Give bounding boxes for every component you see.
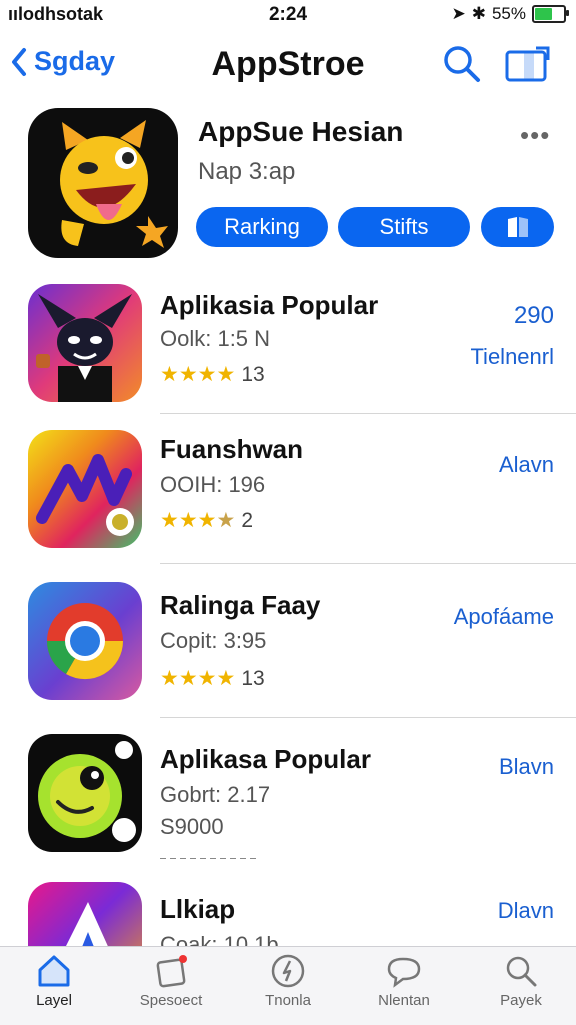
list-item[interactable]: Ralinga Faay Copit: 3:95 ★★★★ 13 Apofáam… xyxy=(0,582,576,732)
book-icon xyxy=(507,217,528,237)
ranking-button[interactable]: Rarking xyxy=(196,207,328,247)
tab-label: Tnonla xyxy=(265,992,311,1009)
get-button[interactable]: Tielnenrl xyxy=(470,344,554,370)
tab-label: Spesoect xyxy=(139,992,203,1009)
get-button[interactable]: Dlavn xyxy=(498,898,554,924)
battery-percent: 55% xyxy=(491,4,526,23)
list-item[interactable]: Fuanshwan OOIH: 196 ★★★★ 2 Alavn xyxy=(0,430,576,580)
tab-special[interactable]: Spesoect xyxy=(121,953,221,1009)
app-name: Aplikasia Popular xyxy=(160,290,379,320)
app-icon xyxy=(28,430,142,548)
star-rating: ★★★★ 13 xyxy=(160,362,265,387)
battery-icon xyxy=(532,5,569,23)
share-icon xyxy=(505,46,550,82)
status-right: ➤ ✱ 55% xyxy=(451,4,569,24)
home-icon xyxy=(38,955,70,987)
featured-app[interactable]: AppSue Hesian Nap 3:ap ••• Rarking Stift… xyxy=(0,108,576,260)
star-rating: ★★★★ 13 xyxy=(160,666,265,691)
app-meta: OOIH: 196 xyxy=(160,472,266,497)
rating-stars: ★★★★ xyxy=(160,509,236,532)
app-meta-secondary: S9000 xyxy=(160,814,224,839)
app-name: Aplikasa Popular xyxy=(160,744,371,774)
back-label: Sgday xyxy=(34,46,116,76)
featured-app-name: AppSue Hesian xyxy=(198,116,404,147)
get-button[interactable]: Apofáame xyxy=(454,604,554,630)
app-icon xyxy=(28,882,142,946)
nav-bar: Sgday AppStroe xyxy=(0,40,576,90)
divider xyxy=(160,563,576,564)
tab-label: Layel xyxy=(36,992,72,1009)
app-icon xyxy=(28,284,142,402)
app-action-value: 290 xyxy=(513,302,554,329)
divider xyxy=(160,413,576,414)
rating-count: 13 xyxy=(241,362,265,386)
tab-trending[interactable]: Tnonla xyxy=(238,953,338,1009)
share-button[interactable] xyxy=(504,44,554,84)
app-name: Llkiap xyxy=(160,894,236,924)
rating-stars: ★★★★ xyxy=(160,363,236,386)
search-button[interactable] xyxy=(442,44,482,84)
list-item[interactable]: Aplikasia Popular Oolk: 1:5 N ★★★★ 13 29… xyxy=(0,284,576,434)
tab-today[interactable]: Layel xyxy=(4,953,104,1009)
bluetooth-icon: ✱ xyxy=(471,4,486,23)
app-name: Fuanshwan xyxy=(160,434,304,464)
rating-stars: ★★★★ xyxy=(160,667,236,690)
rating-count: 2 xyxy=(241,508,253,532)
get-button[interactable]: Blavn xyxy=(499,754,554,780)
app-meta: Oolk: 1:5 N xyxy=(160,326,271,351)
tab-label: Payek xyxy=(500,992,542,1009)
back-button[interactable]: Sgday xyxy=(10,46,115,77)
shifts-button[interactable]: Stifts xyxy=(338,207,470,247)
app-meta: Coak: 10.1b xyxy=(160,932,279,946)
search-icon xyxy=(506,956,537,987)
get-button[interactable]: Alavn xyxy=(499,452,554,478)
star-rating: ★★★★ 2 xyxy=(160,508,253,533)
app-icon xyxy=(28,734,142,852)
featured-app-icon xyxy=(28,108,178,258)
app-meta: Gobrt: 2.17 xyxy=(160,782,271,807)
compass-icon xyxy=(271,954,305,988)
divider xyxy=(160,858,260,859)
tab-bar: Layel Spesoect Tnonla Nlentan Payek xyxy=(0,946,576,1025)
cards-icon xyxy=(156,955,187,988)
app-meta: Copit: 3:95 xyxy=(160,628,267,653)
list-item[interactable]: Llkiap Coak: 10.1b Dlavn xyxy=(0,882,576,946)
status-bar: ıılodhsotak 2:24 ➤ ✱ 55% xyxy=(0,0,576,30)
search-icon xyxy=(444,46,480,82)
tab-notifications[interactable]: Nlentan xyxy=(354,953,454,1009)
rating-count: 13 xyxy=(241,666,265,690)
chat-icon xyxy=(387,957,421,988)
featured-app-subtitle: Nap 3:ap xyxy=(198,158,296,185)
app-icon xyxy=(28,582,142,700)
tab-label: Nlentan xyxy=(378,992,430,1009)
chevron-left-icon xyxy=(12,47,26,76)
location-icon: ➤ xyxy=(451,4,466,23)
book-button[interactable] xyxy=(481,207,554,247)
list-item[interactable]: Aplikasa Popular Gobrt: 2.17 S9000 Blavn xyxy=(0,734,576,884)
more-options-icon[interactable]: ••• xyxy=(520,120,550,151)
app-name: Ralinga Faay xyxy=(160,590,321,620)
tab-search[interactable]: Payek xyxy=(471,953,571,1009)
divider xyxy=(160,717,576,718)
